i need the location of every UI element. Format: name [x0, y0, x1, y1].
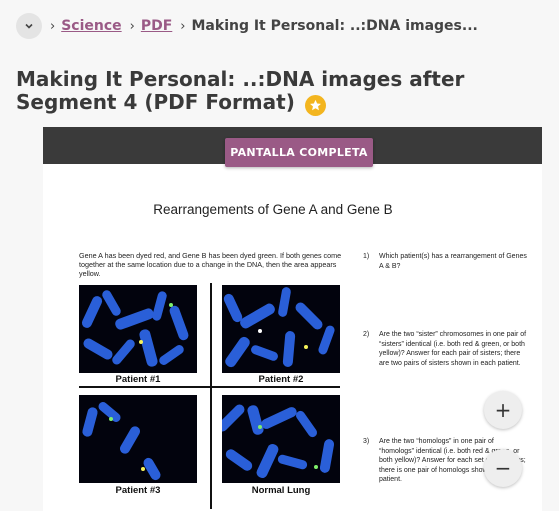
breadcrumb-link-pdf[interactable]: PDF — [141, 18, 172, 34]
question-text: Are the two “sister” chromosomes in one … — [379, 331, 527, 367]
breadcrumb-separator: › — [50, 18, 56, 34]
breadcrumb-separator: › — [129, 18, 135, 34]
chevron-down-icon — [25, 23, 33, 29]
breadcrumb-separator: › — [180, 18, 186, 34]
micrograph-patient-1 — [79, 285, 197, 373]
micrograph-patient-3 — [79, 395, 197, 483]
document-title: Rearrangements of Gene A and Gene B — [153, 202, 393, 217]
panel-divider-horizontal — [79, 386, 340, 388]
panel-label-patient-1: Patient #1 — [115, 374, 161, 385]
question-1: 1) Which patient(s) has a rearrangement o… — [363, 252, 538, 271]
micrograph-normal-lung — [222, 395, 340, 483]
breadcrumb-current: Making It Personal: ..:DNA images... — [191, 18, 478, 34]
page-title-text: Making It Personal: ..:DNA images after … — [16, 67, 465, 114]
page-title: Making It Personal: ..:DNA images after … — [16, 68, 551, 116]
question-number: 3) — [363, 438, 370, 445]
breadcrumb: › Science › PDF › Making It Personal: ..… — [16, 12, 478, 40]
star-icon[interactable] — [304, 95, 326, 116]
panel-label-patient-3: Patient #3 — [115, 485, 161, 496]
fullscreen-button[interactable]: PANTALLA COMPLETA — [225, 138, 373, 167]
panel-divider-vertical — [210, 283, 212, 509]
panel-label-normal-lung: Normal Lung — [251, 485, 311, 496]
micrograph-patient-2 — [222, 285, 340, 373]
panel-label-patient-2: Patient #2 — [258, 374, 304, 385]
zoom-in-button[interactable]: + — [484, 391, 522, 429]
question-text: Which patient(s) has a rearrangement of … — [379, 253, 527, 270]
pdf-viewer[interactable]: PANTALLA COMPLETA Rearrangements of Gene… — [43, 127, 542, 511]
document-intro: Gene A has been dyed red, and Gene B has… — [79, 251, 342, 278]
breadcrumb-link-science[interactable]: Science — [61, 18, 121, 34]
breadcrumb-toggle-button[interactable] — [16, 13, 42, 39]
question-number: 1) — [363, 253, 370, 260]
question-number: 2) — [363, 331, 370, 338]
zoom-out-button[interactable]: − — [484, 449, 522, 487]
question-2: 2) Are the two “sister” chromosomes in on… — [363, 330, 535, 368]
